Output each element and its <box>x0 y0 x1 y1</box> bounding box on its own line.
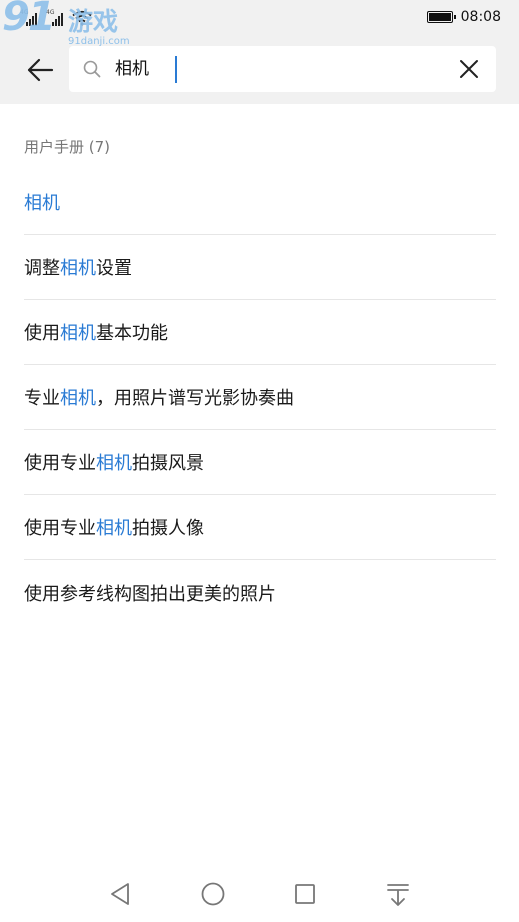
result-text-prefix: 使用 <box>24 323 60 344</box>
results-list: 相机 调整 相机 设置 使用 相机 基本功能 专业 相机 ，用照片谱写光影协奏曲 使用专业相… <box>24 170 496 625</box>
watermark-logo: 91 游戏 91danji.com <box>2 0 142 50</box>
result-text-prefix: 调整 <box>24 258 60 279</box>
battery-icon <box>426 11 456 23</box>
nav-home-button[interactable] <box>198 879 228 909</box>
result-item[interactable]: 使用 相机 基本功能 <box>24 300 496 365</box>
search-box[interactable] <box>69 46 496 92</box>
circle-home-icon <box>201 882 225 906</box>
result-highlight: 相机 <box>60 258 96 279</box>
result-item[interactable]: 专业 相机 ，用照片谱写光影协奏曲 <box>24 365 496 430</box>
result-highlight: 相机 <box>96 453 132 474</box>
result-item[interactable]: 使用专业 相机 拍摄人像 <box>24 495 496 560</box>
status-right: 08:08 <box>426 8 501 26</box>
nav-notifications-button[interactable] <box>383 879 413 909</box>
result-text-prefix: 使用专业 <box>24 518 96 539</box>
result-item[interactable]: 相机 <box>24 170 496 235</box>
arrow-left-icon <box>27 58 54 82</box>
result-text-suffix: 拍摄风景 <box>132 453 204 474</box>
result-text-suffix: 设置 <box>96 258 132 279</box>
result-text-suffix: 基本功能 <box>96 323 168 344</box>
magnifier-icon <box>83 60 101 78</box>
nav-back-button[interactable] <box>105 879 135 909</box>
navigation-bar <box>0 866 519 922</box>
back-button[interactable] <box>22 52 58 88</box>
result-item[interactable]: 调整 相机 设置 <box>24 235 496 300</box>
result-text-suffix: ，用照片谱写光影协奏曲 <box>96 388 294 409</box>
result-text-prefix: 使用专业 <box>24 453 96 474</box>
search-input[interactable] <box>115 46 415 92</box>
pull-down-icon <box>387 884 409 906</box>
result-text-prefix: 使用参考线构图拍出更美的照片 <box>24 583 276 605</box>
section-header: 用户手册 (7) <box>24 138 111 156</box>
triangle-back-icon <box>111 883 129 905</box>
watermark-number: 91 <box>2 0 56 40</box>
result-highlight: 相机 <box>60 323 96 344</box>
result-text-suffix: 拍摄人像 <box>132 518 204 539</box>
watermark-text: 游戏 <box>68 7 119 36</box>
result-item[interactable]: 使用参考线构图拍出更美的照片 <box>24 560 496 625</box>
text-caret <box>175 56 177 83</box>
top-area: 4G 4G 08:08 91 游戏 91danji.com 相机 <box>0 0 519 104</box>
result-text-prefix: 专业 <box>24 388 60 409</box>
battery-fill <box>428 13 451 21</box>
clock: 08:08 <box>460 9 501 25</box>
result-highlight: 相机 <box>96 518 132 539</box>
result-highlight: 相机 <box>24 193 60 214</box>
result-item[interactable]: 使用专业 相机 拍摄风景 <box>24 430 496 495</box>
result-highlight: 相机 <box>60 388 96 409</box>
close-x-icon[interactable] <box>458 58 480 80</box>
square-recents-icon <box>295 884 315 904</box>
nav-recents-button[interactable] <box>290 879 320 909</box>
